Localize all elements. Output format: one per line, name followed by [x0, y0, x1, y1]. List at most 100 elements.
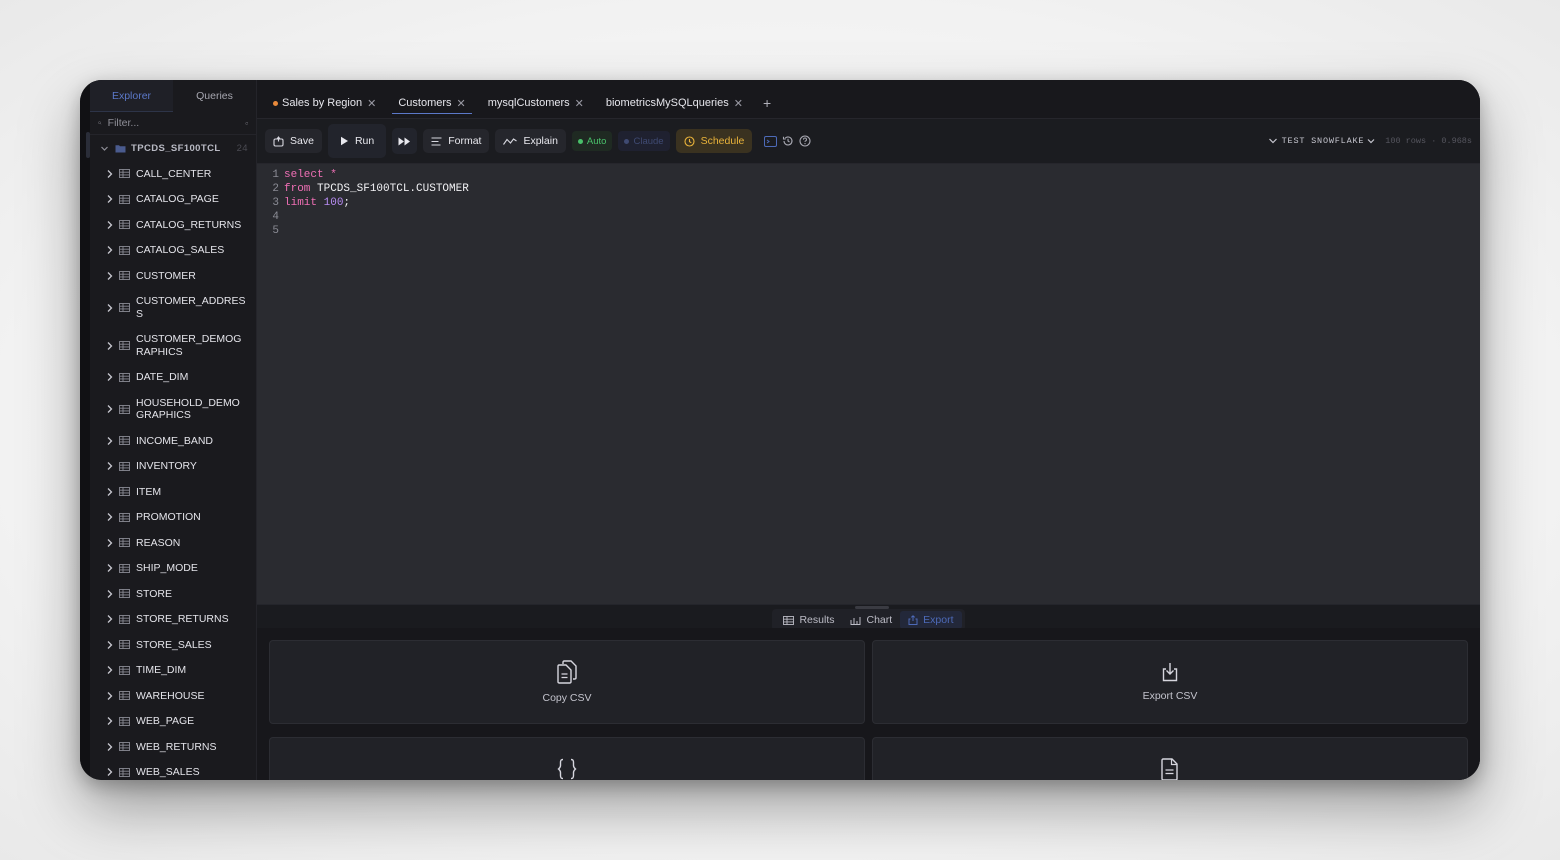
- tree-item-date-dim[interactable]: DATE_DIM: [90, 365, 256, 391]
- tree-item-catalog-returns[interactable]: CATALOG_RETURNS: [90, 212, 256, 238]
- chevron-right-icon[interactable]: [106, 640, 114, 650]
- tree-item-store-sales[interactable]: STORE_SALES: [90, 632, 256, 658]
- bar-chart-icon: [850, 616, 861, 625]
- chevron-right-icon[interactable]: [106, 245, 114, 255]
- table-icon: [119, 220, 130, 230]
- tab-sales-by-region[interactable]: Sales by Region ✕: [267, 88, 382, 118]
- table-name: CATALOG_SALES: [136, 244, 225, 256]
- chevron-down-icon[interactable]: [1268, 137, 1278, 145]
- save-button[interactable]: Save: [265, 129, 322, 153]
- download-icon: [1162, 663, 1178, 682]
- export-csv-button[interactable]: Export CSV: [872, 640, 1468, 724]
- tab-biometrics[interactable]: biometricsMySQLqueries ✕: [600, 88, 749, 118]
- tree-item-ship-mode[interactable]: SHIP_MODE: [90, 556, 256, 582]
- tab-mysqlcustomers[interactable]: mysqlCustomers ✕: [482, 88, 590, 118]
- document-icon: [1161, 758, 1178, 780]
- database-row[interactable]: TPCDS_SF100TCL 24: [90, 135, 256, 161]
- chevron-right-icon[interactable]: [106, 665, 114, 675]
- connection-info: TEST SNOWFLAKE 100 rows · 0.968s: [1268, 136, 1472, 146]
- tree-item-customer-demographics[interactable]: CUSTOMER_DEMOGRAPHICS: [90, 327, 256, 365]
- chevron-right-icon[interactable]: [106, 303, 114, 313]
- refresh-icon[interactable]: [245, 118, 248, 129]
- tree-item-promotion[interactable]: PROMOTION: [90, 505, 256, 531]
- chevron-right-icon[interactable]: [106, 436, 114, 446]
- copy-icon: [557, 660, 577, 684]
- run-button[interactable]: Run: [327, 124, 387, 158]
- chevron-down-icon[interactable]: [1367, 138, 1375, 144]
- help-icon[interactable]: [799, 135, 811, 147]
- chevron-right-icon[interactable]: [106, 563, 114, 573]
- tree-item-reason[interactable]: REASON: [90, 530, 256, 556]
- chevron-right-icon[interactable]: [106, 512, 114, 522]
- claude-label: Claude: [633, 135, 664, 147]
- tab-queries[interactable]: Queries: [173, 80, 256, 112]
- chevron-right-icon[interactable]: [106, 487, 114, 497]
- tree-item-time-dim[interactable]: TIME_DIM: [90, 658, 256, 684]
- run-all-button[interactable]: [392, 128, 418, 154]
- file-tabbar: Sales by Region ✕ Customers ✕ mysqlCusto…: [257, 80, 1480, 119]
- code-text: ;: [343, 197, 351, 209]
- tree-item-item[interactable]: ITEM: [90, 479, 256, 505]
- tree-item-catalog-sales[interactable]: CATALOG_SALES: [90, 238, 256, 264]
- history-icon[interactable]: [782, 135, 794, 147]
- chevron-right-icon[interactable]: [106, 614, 114, 624]
- table-icon: [119, 303, 130, 312]
- explain-button[interactable]: Explain: [495, 129, 566, 153]
- tree-item-web-returns[interactable]: WEB_RETURNS: [90, 734, 256, 760]
- chevron-right-icon[interactable]: [106, 271, 114, 281]
- tree-item-store[interactable]: STORE: [90, 581, 256, 607]
- tab-explorer[interactable]: Explorer: [90, 80, 173, 112]
- copy-json-button[interactable]: [269, 737, 865, 780]
- tree-item-store-returns[interactable]: STORE_RETURNS: [90, 607, 256, 633]
- chevron-right-icon[interactable]: [106, 220, 114, 230]
- format-button[interactable]: Format: [423, 129, 490, 153]
- chevron-right-icon[interactable]: [106, 372, 114, 382]
- chevron-right-icon[interactable]: [106, 589, 114, 599]
- close-icon[interactable]: ✕: [575, 97, 584, 110]
- close-icon[interactable]: ✕: [367, 97, 376, 110]
- tree-item-web-sales[interactable]: WEB_SALES: [90, 760, 256, 781]
- tree-item-customer[interactable]: CUSTOMER: [90, 263, 256, 289]
- tab-customers[interactable]: Customers ✕: [392, 88, 473, 118]
- claude-toggle[interactable]: Claude: [618, 131, 670, 151]
- chevron-right-icon[interactable]: [106, 169, 114, 179]
- table-icon: [119, 487, 130, 497]
- auto-toggle[interactable]: Auto: [571, 131, 613, 151]
- tree-item-catalog-page[interactable]: CATALOG_PAGE: [90, 187, 256, 213]
- export-csv-label: Export CSV: [1142, 690, 1198, 702]
- sql-editor[interactable]: 1 select * 2 from TPCDS_SF100TCL.CUSTOME…: [257, 164, 1480, 604]
- tab-results[interactable]: Results: [775, 611, 842, 629]
- table-name: WEB_PAGE: [136, 715, 195, 727]
- tree-item-warehouse[interactable]: WAREHOUSE: [90, 683, 256, 709]
- chevron-right-icon[interactable]: [106, 716, 114, 726]
- trend-icon: [503, 137, 518, 145]
- export-file-button[interactable]: [872, 737, 1468, 780]
- tab-chart[interactable]: Chart: [842, 611, 900, 629]
- close-icon[interactable]: ✕: [734, 97, 743, 110]
- copy-csv-button[interactable]: Copy CSV: [269, 640, 865, 724]
- connection-name[interactable]: TEST SNOWFLAKE: [1282, 136, 1365, 146]
- schedule-button[interactable]: Schedule: [675, 129, 753, 153]
- chevron-right-icon[interactable]: [106, 691, 114, 701]
- chevron-right-icon[interactable]: [106, 404, 114, 414]
- chevron-right-icon[interactable]: [106, 742, 114, 752]
- add-tab-button[interactable]: +: [759, 88, 775, 118]
- chevron-right-icon[interactable]: [106, 341, 114, 351]
- tab-export[interactable]: Export: [900, 611, 962, 629]
- tree-item-income-band[interactable]: INCOME_BAND: [90, 428, 256, 454]
- tree-item-household-demographics[interactable]: HOUSEHOLD_DEMOGRAPHICS: [90, 390, 256, 428]
- table-name: PROMOTION: [136, 511, 201, 523]
- resize-handle[interactable]: [854, 606, 889, 609]
- terminal-icon[interactable]: [764, 135, 778, 147]
- chevron-right-icon[interactable]: [106, 194, 114, 204]
- tree-item-inventory[interactable]: INVENTORY: [90, 454, 256, 480]
- close-icon[interactable]: ✕: [457, 97, 466, 110]
- tree-item-customer-address[interactable]: CUSTOMER_ADDRESS: [90, 289, 256, 327]
- chevron-right-icon[interactable]: [106, 538, 114, 548]
- tree-item-web-page[interactable]: WEB_PAGE: [90, 709, 256, 735]
- chevron-right-icon[interactable]: [106, 767, 114, 777]
- chevron-right-icon[interactable]: [106, 461, 114, 471]
- filter-input[interactable]: [105, 116, 245, 130]
- line-number: 1: [272, 169, 279, 181]
- tree-item-call-center[interactable]: CALL_CENTER: [90, 161, 256, 187]
